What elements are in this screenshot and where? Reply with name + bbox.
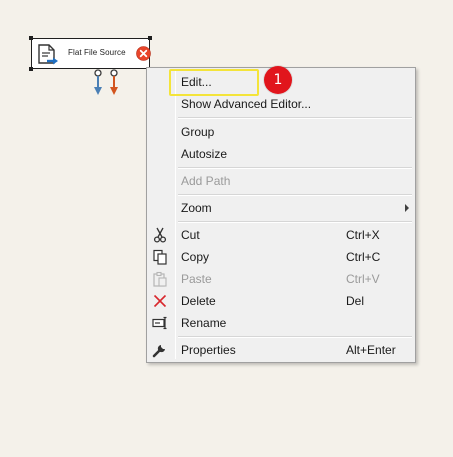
error-path-arrow[interactable] <box>109 69 119 96</box>
submenu-arrow-icon <box>405 204 409 212</box>
menu-item-rename[interactable]: Rename <box>150 312 412 334</box>
menu-item-label: Delete <box>181 294 216 308</box>
menu-item-label: Copy <box>181 250 210 264</box>
menu-item-cut[interactable]: Cut Ctrl+X <box>150 224 412 246</box>
menu-item-show-advanced-editor[interactable]: Show Advanced Editor... <box>150 93 412 115</box>
wrench-icon <box>152 345 165 358</box>
menu-separator <box>178 167 412 169</box>
annotation-highlight-box <box>169 69 259 96</box>
menu-item-label: Cut <box>181 228 200 242</box>
menu-item-shortcut: Alt+Enter <box>346 343 396 357</box>
step-number-badge: 1 <box>264 66 292 94</box>
menu-item-label: Autosize <box>181 147 228 161</box>
menu-separator <box>178 336 412 338</box>
flat-file-source-icon <box>38 44 58 65</box>
menu-item-paste: Paste Ctrl+V <box>150 268 412 290</box>
menu-item-label: Zoom <box>181 201 212 215</box>
menu-item-label: Paste <box>181 272 212 286</box>
success-path-arrow[interactable] <box>93 69 103 96</box>
menu-item-zoom[interactable]: Zoom <box>150 197 412 219</box>
menu-item-add-path: Add Path <box>150 170 412 192</box>
selection-handle-top-right[interactable] <box>148 36 152 40</box>
menu-separator <box>178 194 412 196</box>
copy-icon <box>153 249 167 265</box>
menu-item-shortcut: Ctrl+V <box>346 272 380 286</box>
error-icon <box>136 46 151 61</box>
menu-separator <box>178 221 412 223</box>
paste-icon <box>153 271 167 287</box>
menu-item-group[interactable]: Group <box>150 121 412 143</box>
menu-item-label: Properties <box>181 343 236 357</box>
context-menu: Edit... Show Advanced Editor... Group Au… <box>146 67 416 363</box>
menu-item-shortcut: Del <box>346 294 365 308</box>
menu-item-shortcut: Ctrl+X <box>346 228 380 242</box>
flat-file-source-component[interactable]: Flat File Source <box>29 36 152 71</box>
menu-item-label: Group <box>181 125 215 139</box>
scissors-icon <box>153 227 167 243</box>
menu-item-copy[interactable]: Copy Ctrl+C <box>150 246 412 268</box>
selection-handle-bottom-left[interactable] <box>29 67 33 71</box>
menu-item-properties[interactable]: Properties Alt+Enter <box>150 339 412 361</box>
rename-icon <box>152 316 167 330</box>
menu-separator <box>178 117 412 119</box>
component-label: Flat File Source <box>68 48 126 57</box>
menu-item-delete[interactable]: Delete Del <box>150 290 412 312</box>
delete-icon <box>153 294 167 308</box>
menu-item-autosize[interactable]: Autosize <box>150 143 412 165</box>
menu-item-shortcut: Ctrl+C <box>346 250 381 264</box>
selection-handle-top-left[interactable] <box>29 36 33 40</box>
menu-item-label: Rename <box>181 316 227 330</box>
menu-item-label: Show Advanced Editor... <box>181 97 312 111</box>
menu-item-label: Add Path <box>181 174 231 188</box>
